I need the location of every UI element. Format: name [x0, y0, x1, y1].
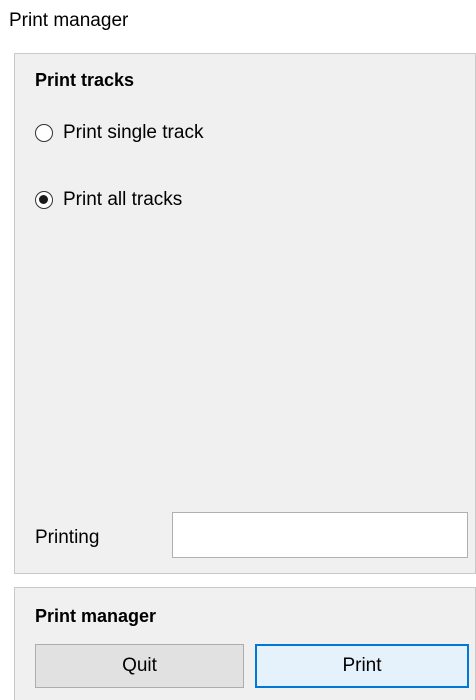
- quit-button[interactable]: Quit: [35, 644, 244, 688]
- print-all-tracks-option[interactable]: Print all tracks: [35, 188, 182, 212]
- print-all-tracks-radio[interactable]: [35, 191, 53, 209]
- window-title: Print manager: [9, 10, 129, 31]
- print-tracks-group: Print tracks Print single track Print al…: [14, 53, 476, 574]
- print-all-tracks-label: Print all tracks: [63, 189, 183, 210]
- print-manager-heading: Print manager: [35, 606, 157, 626]
- print-button[interactable]: Print: [255, 644, 469, 688]
- print-tracks-heading: Print tracks: [35, 70, 135, 90]
- printing-field[interactable]: [172, 512, 468, 558]
- print-manager-group: Print manager Quit Print: [14, 587, 476, 700]
- printing-label: Printing: [35, 527, 100, 548]
- print-single-track-radio[interactable]: [35, 124, 53, 142]
- print-manager-window: Print manager Print tracks Print single …: [0, 0, 476, 700]
- print-single-track-label: Print single track: [63, 122, 204, 143]
- print-single-track-option[interactable]: Print single track: [35, 121, 203, 145]
